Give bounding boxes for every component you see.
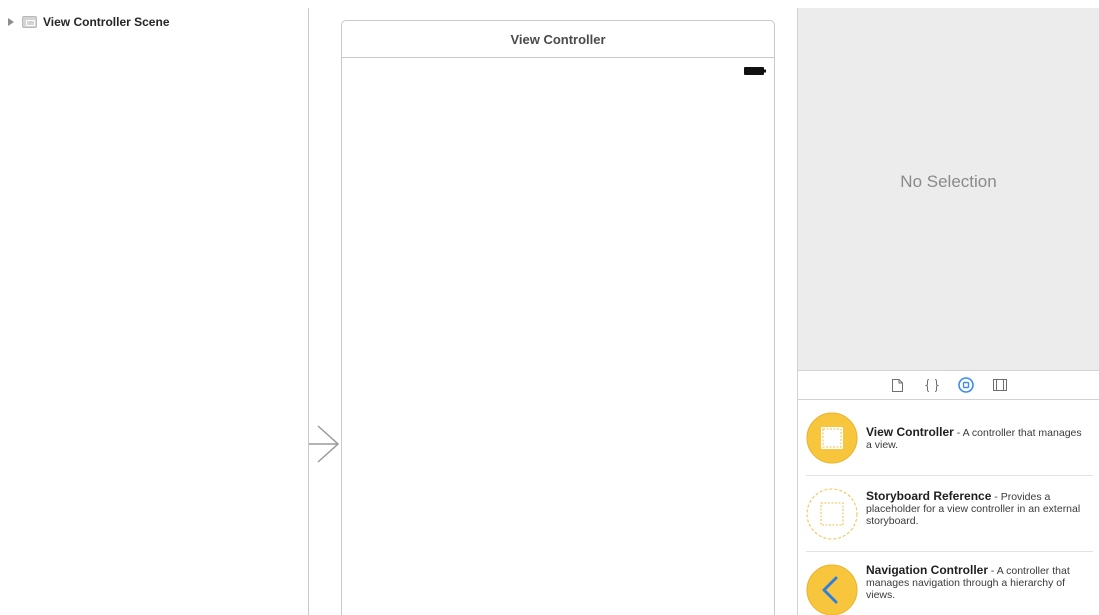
no-selection-label: No Selection (900, 172, 997, 191)
library-item-separator: - (991, 491, 1001, 503)
library-item-storyboard-reference[interactable]: Storyboard Reference - Provides a placeh… (798, 476, 1099, 552)
initial-view-controller-arrow-icon[interactable] (309, 420, 343, 468)
scene-title: View Controller (510, 31, 606, 47)
library-item-view-controller[interactable]: View Controller - A controller that mana… (798, 400, 1099, 476)
braces-icon (924, 378, 939, 392)
library-item-navigation-controller[interactable]: Navigation Controller - A controller tha… (798, 552, 1099, 615)
disclosure-triangle-icon[interactable] (8, 18, 14, 26)
file-template-library-tab[interactable] (890, 377, 906, 393)
document-outline: View Controller Scene (0, 0, 308, 615)
inspector-pane: No Selection (798, 8, 1099, 370)
outline-item-label: View Controller Scene (43, 15, 170, 29)
outline-item-view-controller-scene[interactable]: View Controller Scene (8, 14, 170, 30)
library-item-separator: - (988, 565, 997, 577)
library-item-name: View Controller (866, 425, 954, 439)
storyboard-canvas[interactable]: View Controller (309, 0, 797, 615)
view-controller-scene[interactable]: View Controller (341, 20, 775, 615)
view-controller-icon (806, 412, 858, 464)
object-library-list: View Controller - A controller that mana… (798, 400, 1099, 615)
library-item-name: Navigation Controller (866, 563, 989, 577)
library-item-name: Storyboard Reference (866, 489, 992, 503)
library-item-separator: - (953, 427, 963, 439)
scene-title-bar[interactable]: View Controller (342, 21, 774, 58)
file-icon (892, 378, 903, 392)
battery-icon (744, 67, 766, 75)
code-snippet-library-tab[interactable] (924, 377, 940, 393)
library-item-text: Storyboard Reference - Provides a placeh… (866, 490, 1090, 527)
circle-square-icon (957, 377, 974, 393)
library-item-text: Navigation Controller - A controller tha… (866, 564, 1090, 601)
scene-icon (22, 16, 37, 28)
library-item-text: View Controller - A controller that mana… (866, 426, 1090, 451)
object-library-tab[interactable] (957, 377, 974, 393)
interface-builder-window: View Controller Scene View Controller No… (0, 0, 1099, 615)
library-tab-bar (798, 370, 1099, 400)
film-icon (992, 379, 1007, 391)
media-library-tab[interactable] (992, 377, 1008, 393)
storyboard-reference-icon (806, 488, 858, 540)
navigation-controller-icon (806, 564, 858, 615)
